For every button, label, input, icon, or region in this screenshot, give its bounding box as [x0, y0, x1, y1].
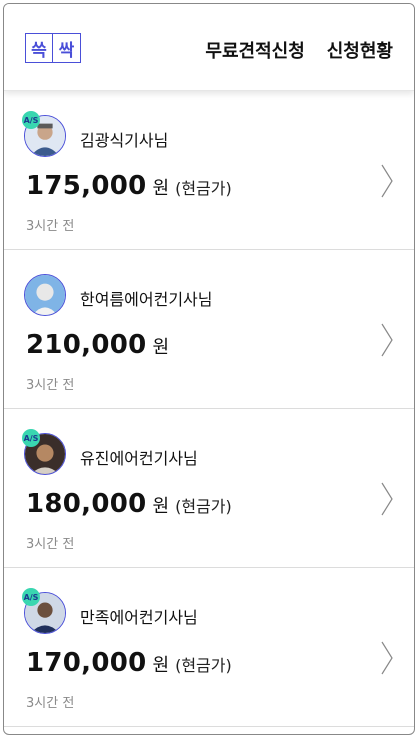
cash-price-note: (현금가) [175, 656, 232, 675]
app-logo[interactable]: 쓱 싹 [25, 33, 81, 63]
top-nav: 무료견적신청 신청현황 [205, 37, 393, 63]
quote-amount: 210,000 [26, 330, 147, 360]
currency-unit: 원 [152, 337, 170, 358]
currency-unit: 원 [152, 655, 170, 676]
app-frame: 쓱 싹 무료견적신청 신청현황 A/S 김광식기사님 175,000 원 (현금… [3, 3, 415, 735]
price-row: 180,000 원 (현금가) [26, 489, 232, 519]
time-ago: 3시간 전 [26, 219, 75, 234]
quote-card[interactable]: 한여름에어컨기사님 210,000 원 3시간 전 [4, 250, 414, 409]
as-badge: A/S [22, 588, 40, 606]
logo-char-1: 쓱 [25, 33, 53, 63]
quote-list: A/S 김광식기사님 175,000 원 (현금가) 3시간 전 한여름에어컨기… [4, 91, 414, 727]
price-row: 210,000 원 [26, 330, 169, 360]
cash-price-note: (현금가) [175, 179, 232, 198]
quote-card[interactable]: A/S 유진에어컨기사님 180,000 원 (현금가) 3시간 전 [4, 409, 414, 568]
technician-name: 한여름에어컨기사님 [80, 290, 213, 309]
logo-char-2: 싹 [53, 33, 81, 63]
chevron-right-icon[interactable] [380, 163, 394, 199]
time-ago: 3시간 전 [26, 378, 75, 393]
price-row: 175,000 원 (현금가) [26, 171, 232, 201]
as-badge: A/S [22, 429, 40, 447]
chevron-right-icon[interactable] [380, 481, 394, 517]
time-ago: 3시간 전 [26, 696, 75, 711]
person-icon [25, 275, 65, 315]
as-badge: A/S [22, 111, 40, 129]
quote-amount: 180,000 [26, 489, 147, 519]
quote-card[interactable]: A/S 만족에어컨기사님 170,000 원 (현금가) 3시간 전 [4, 568, 414, 727]
chevron-right-icon[interactable] [380, 322, 394, 358]
quote-card[interactable]: A/S 김광식기사님 175,000 원 (현금가) 3시간 전 [4, 91, 414, 250]
top-header: 쓱 싹 무료견적신청 신청현황 [4, 4, 414, 91]
nav-free-quote[interactable]: 무료견적신청 [205, 37, 304, 63]
chevron-right-icon[interactable] [380, 640, 394, 676]
currency-unit: 원 [152, 178, 170, 199]
nav-request-status[interactable]: 신청현황 [327, 37, 393, 63]
technician-name: 유진에어컨기사님 [80, 449, 198, 468]
cash-price-note: (현금가) [175, 497, 232, 516]
technician-name: 만족에어컨기사님 [80, 608, 198, 627]
technician-avatar [24, 274, 66, 316]
quote-amount: 170,000 [26, 648, 147, 678]
quote-amount: 175,000 [26, 171, 147, 201]
technician-name: 김광식기사님 [80, 131, 169, 150]
currency-unit: 원 [152, 496, 170, 517]
price-row: 170,000 원 (현금가) [26, 648, 232, 678]
time-ago: 3시간 전 [26, 537, 75, 552]
